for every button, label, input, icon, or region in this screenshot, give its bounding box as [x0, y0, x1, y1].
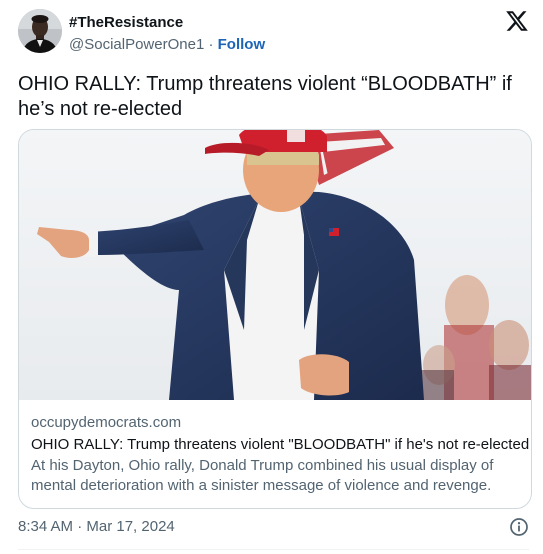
author-display-name[interactable]: #TheResistance [69, 14, 183, 32]
info-icon[interactable] [509, 517, 529, 537]
tweet-timestamp[interactable]: 8:34 AM · Mar 17, 2024 [18, 518, 175, 536]
link-preview-card[interactable]: occupydemocrats.com OHIO RALLY: Trump th… [18, 129, 532, 509]
card-description: At his Dayton, Ohio rally, Donald Trump … [31, 457, 494, 494]
author-avatar[interactable] [18, 9, 62, 53]
card-image [19, 130, 531, 400]
tweet-text: OHIO RALLY: Trump threatens violent “BLO… [18, 73, 512, 120]
author-handle[interactable]: @SocialPowerOne1 [69, 36, 204, 53]
avatar-image [18, 9, 62, 53]
card-title: OHIO RALLY: Trump threatens violent "BLO… [31, 436, 530, 453]
handle-separator: · [204, 36, 218, 53]
x-logo-icon[interactable] [505, 9, 529, 33]
tweet-container: #TheResistance @SocialPowerOne1 · Follow… [0, 0, 543, 554]
author-handle-row: @SocialPowerOne1 · Follow [69, 36, 265, 54]
card-domain: occupydemocrats.com [31, 414, 182, 431]
divider [18, 549, 529, 550]
follow-button[interactable]: Follow [218, 36, 266, 53]
